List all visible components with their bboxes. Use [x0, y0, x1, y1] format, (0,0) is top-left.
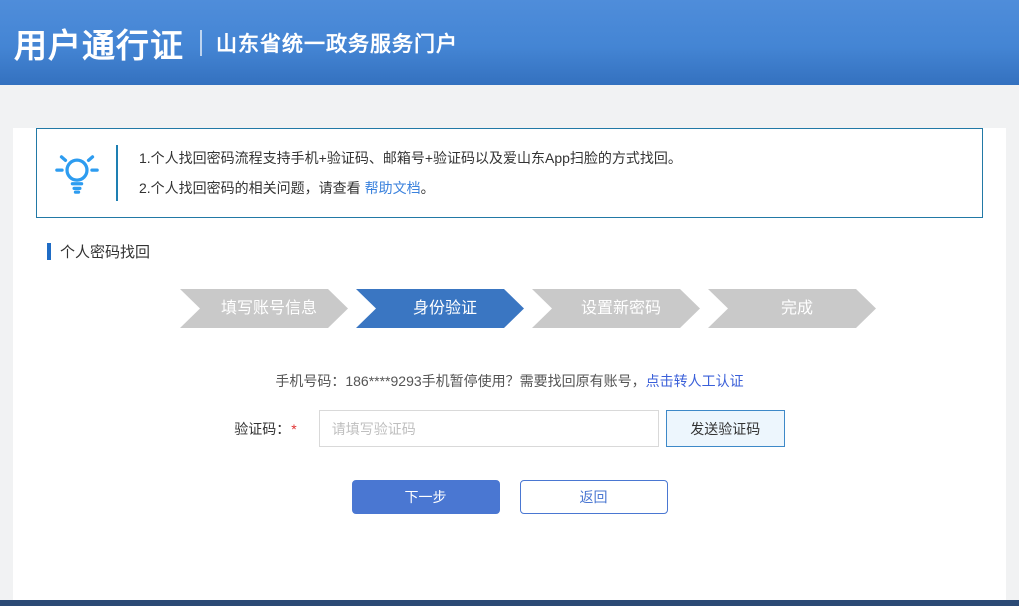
notice-line-2-period: 。 — [421, 180, 435, 196]
brand-divider — [200, 30, 202, 56]
back-button[interactable]: 返回 — [520, 480, 668, 514]
notice-line-2: 2.个人找回密码的相关问题，请查看 帮助文档。 — [139, 173, 682, 203]
lightbulb-icon — [37, 150, 116, 196]
portal-title: 山东省统一政务服务门户 — [216, 28, 458, 58]
help-doc-link[interactable]: 帮助文档 — [365, 180, 421, 196]
notice-line-1: 1.个人找回密码流程支持手机+验证码、邮箱号+验证码以及爱山东App扫脸的方式找… — [139, 143, 682, 173]
required-asterisk: * — [291, 421, 296, 437]
next-step-button[interactable]: 下一步 — [352, 480, 500, 514]
page-gap — [0, 85, 1019, 105]
captcha-label-text: 验证码： — [234, 421, 290, 437]
brand: 用户通行证 山东省统一政务服务门户 — [14, 19, 458, 67]
phone-notice-text: 手机号码：186****9293手机暂停使用？需要找回原有账号， — [275, 373, 645, 389]
step-fill-account-info: 填写账号信息 — [180, 289, 348, 328]
notice-line-2-text: 2.个人找回密码的相关问题，请查看 — [139, 180, 365, 196]
step-set-new-password: 设置新密码 — [532, 289, 700, 328]
section-title-label: 个人密码找回 — [60, 241, 150, 262]
main-content: 1.个人找回密码流程支持手机+验证码、邮箱号+验证码以及爱山东App扫脸的方式找… — [13, 128, 1006, 606]
step-indicator: 填写账号信息 身份验证 设置新密码 完成 — [180, 289, 1006, 328]
phone-notice: 手机号码：186****9293手机暂停使用？需要找回原有账号，点击转人工认证 — [13, 371, 1006, 391]
notice-box: 1.个人找回密码流程支持手机+验证码、邮箱号+验证码以及爱山东App扫脸的方式找… — [36, 128, 983, 218]
section-title: 个人密码找回 — [47, 241, 1006, 262]
captcha-input[interactable] — [319, 410, 659, 447]
manual-auth-link[interactable]: 点击转人工认证 — [646, 373, 744, 389]
step-complete: 完成 — [708, 289, 876, 328]
brand-title: 用户通行证 — [14, 19, 184, 67]
send-code-button[interactable]: 发送验证码 — [666, 410, 785, 447]
footer-bar — [0, 600, 1019, 606]
notice-text: 1.个人找回密码流程支持手机+验证码、邮箱号+验证码以及爱山东App扫脸的方式找… — [118, 143, 682, 203]
header: 用户通行证 山东省统一政务服务门户 — [0, 0, 1019, 85]
step-identity-verification: 身份验证 — [356, 289, 524, 328]
captcha-form-row: 验证码：* 发送验证码 — [13, 410, 1006, 447]
section-accent-bar — [47, 243, 51, 260]
action-buttons: 下一步 返回 — [13, 480, 1006, 514]
captcha-label: 验证码：* — [234, 419, 296, 439]
